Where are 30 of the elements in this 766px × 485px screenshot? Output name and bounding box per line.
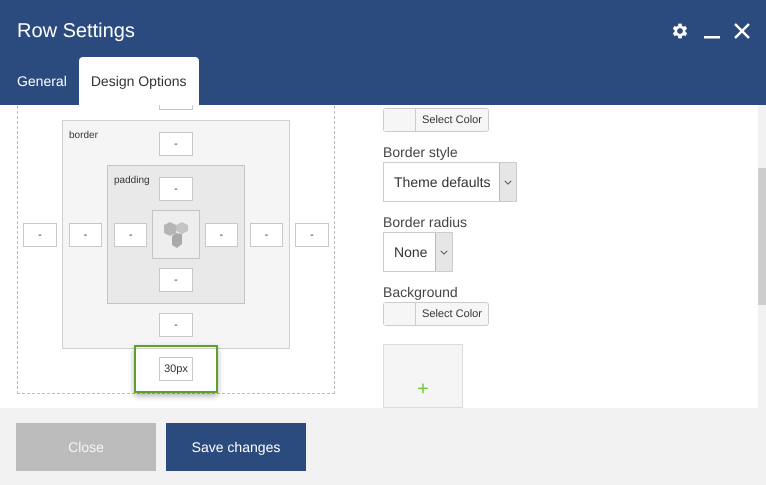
settings-icon[interactable] bbox=[670, 21, 690, 41]
color-picker-button[interactable]: Select Color bbox=[383, 108, 489, 132]
tab[interactable]: General bbox=[5, 57, 79, 105]
margin-left-field[interactable]: - bbox=[23, 222, 57, 246]
border-label: border bbox=[69, 130, 99, 141]
chevron-down-icon bbox=[504, 180, 512, 184]
scrollbar-thumb[interactable] bbox=[758, 168, 766, 305]
close-icon[interactable] bbox=[734, 23, 750, 39]
option-label: Background bbox=[383, 284, 458, 300]
option-label: Border style bbox=[383, 144, 458, 160]
chevron-down-icon bbox=[440, 250, 448, 254]
padding-bottom-field[interactable]: - bbox=[159, 268, 193, 292]
border-right-field[interactable]: - bbox=[250, 222, 283, 246]
dropdown[interactable]: Theme defaults bbox=[383, 162, 516, 202]
border-top-field[interactable]: - bbox=[159, 132, 193, 156]
margin-right-field[interactable]: - bbox=[295, 222, 329, 246]
color-picker-button[interactable]: Select Color bbox=[383, 302, 489, 326]
border-bottom-field[interactable]: - bbox=[159, 313, 193, 337]
padding-left-field[interactable]: - bbox=[114, 222, 148, 246]
scrollbar[interactable] bbox=[758, 105, 766, 408]
window-title: Row Settings bbox=[17, 20, 135, 42]
save-button[interactable]: Save changes bbox=[166, 422, 306, 470]
padding-right-field[interactable]: - bbox=[204, 222, 238, 246]
padding-label: padding bbox=[114, 175, 151, 186]
margin-bottom-field[interactable]: 30px bbox=[159, 357, 193, 381]
option-label: Border radius bbox=[383, 214, 468, 230]
tab[interactable]: Design Options bbox=[78, 57, 199, 105]
dropdown[interactable]: None bbox=[383, 232, 454, 272]
border-left-field[interactable]: - bbox=[69, 222, 102, 246]
padding-top-field[interactable]: - bbox=[159, 177, 193, 201]
